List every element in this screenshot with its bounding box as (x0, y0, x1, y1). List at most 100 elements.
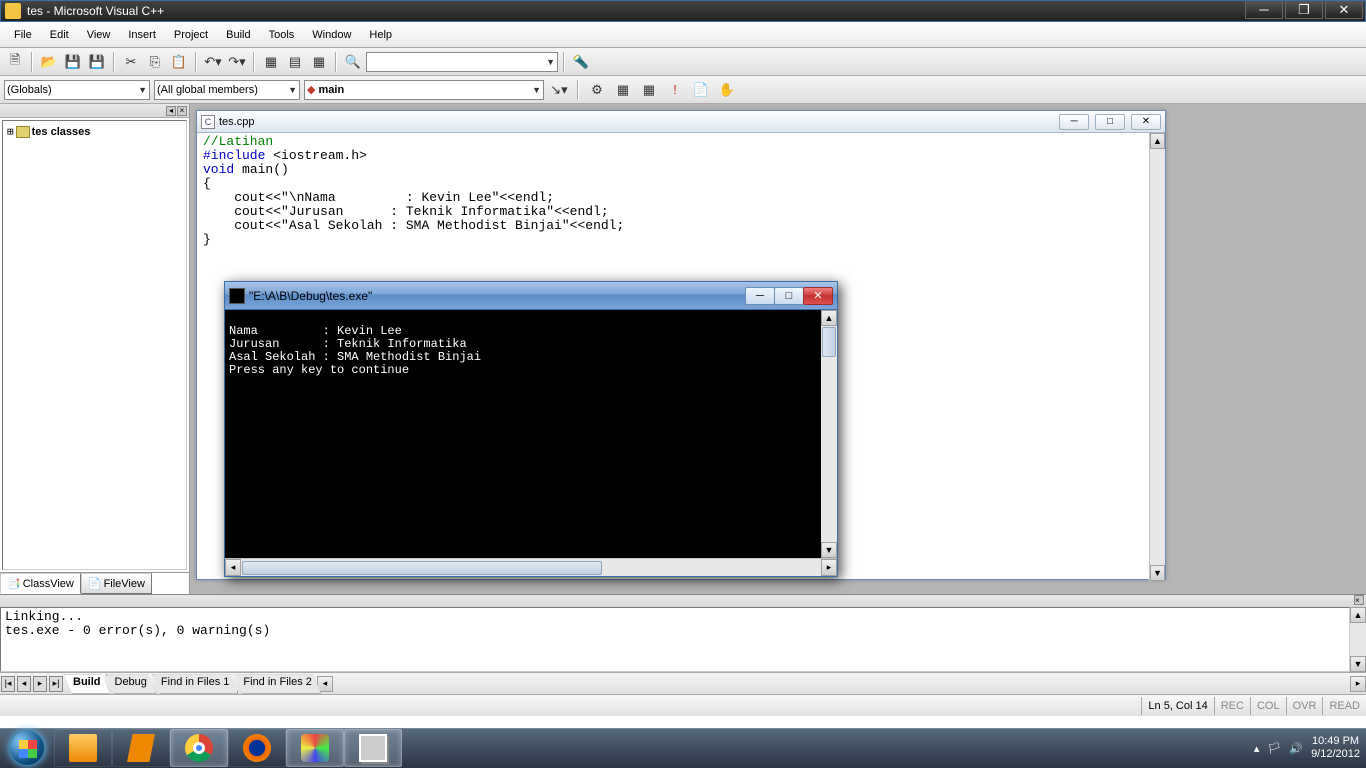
output-tab-build[interactable]: Build (64, 674, 110, 694)
tab-classview[interactable]: 📑ClassView (0, 573, 81, 594)
tab-nav-next-icon[interactable]: ▸ (33, 676, 47, 692)
editor-close-button[interactable]: ✕ (1131, 114, 1161, 130)
console-maximize-button[interactable]: □ (774, 287, 804, 305)
symbol-combo[interactable]: ◆ main▼ (304, 80, 544, 100)
scroll-down-icon[interactable]: ▼ (1350, 656, 1366, 672)
console-hscrollbar[interactable]: ◂ ▸ (225, 558, 837, 576)
console-task-icon (359, 734, 387, 762)
action-center-icon[interactable]: 🏳 (1267, 742, 1281, 755)
editor-maximize-button[interactable]: □ (1095, 114, 1125, 130)
scroll-left-icon[interactable]: ◂ (225, 559, 241, 576)
panel-close-icon[interactable]: × (177, 106, 187, 116)
console-output[interactable]: Nama : Kevin Lee Jurusan : Teknik Inform… (225, 310, 821, 558)
compile-icon[interactable]: ⚙ (586, 79, 608, 101)
tab-fileview[interactable]: 📄FileView (81, 573, 152, 594)
visual-cpp-icon (301, 734, 329, 762)
open-icon[interactable]: 📂 (38, 51, 60, 73)
goto-icon[interactable]: ↘▾ (548, 79, 570, 101)
windows-taskbar: ▴ 🏳 🔊 10:49 PM 9/12/2012 (0, 728, 1366, 768)
menu-tools[interactable]: Tools (261, 26, 303, 44)
status-bar: Ln 5, Col 14 REC COL OVR READ (0, 694, 1366, 716)
scroll-down-icon[interactable]: ▼ (821, 542, 837, 558)
scroll-thumb[interactable] (242, 561, 602, 575)
window-list-icon[interactable]: ▦ (308, 51, 330, 73)
console-minimize-button[interactable]: ─ (745, 287, 775, 305)
panel-arrow-left-icon[interactable]: ◂ (166, 106, 176, 116)
stop-build-icon[interactable]: ▦ (638, 79, 660, 101)
menu-file[interactable]: File (6, 26, 40, 44)
status-cursor-pos: Ln 5, Col 14 (1141, 697, 1213, 715)
taskbar-item-console[interactable] (344, 729, 402, 767)
volume-icon[interactable]: 🔊 (1289, 742, 1303, 755)
execute-icon[interactable]: ! (664, 79, 686, 101)
hscroll-right-icon[interactable]: ▸ (1350, 676, 1366, 692)
members-combo[interactable]: (All global members)▼ (154, 80, 300, 100)
tree-root-item[interactable]: ⊞ tes classes (7, 125, 182, 138)
taskbar-item-winamp[interactable] (112, 729, 170, 767)
console-close-button[interactable]: ✕ (803, 287, 833, 305)
scroll-thumb[interactable] (822, 327, 836, 357)
scroll-up-icon[interactable]: ▲ (1150, 133, 1165, 149)
taskbar-item-vc[interactable] (286, 729, 344, 767)
output-text[interactable]: Linking... tes.exe - 0 error(s), 0 warni… (0, 607, 1350, 672)
find-in-files-icon[interactable]: 🔍 (342, 51, 364, 73)
console-icon (229, 288, 245, 304)
folder-icon (69, 734, 97, 762)
status-rec: REC (1214, 697, 1250, 715)
tab-nav-first-icon[interactable]: |◂ (1, 676, 15, 692)
maximize-button[interactable]: ❐ (1285, 1, 1323, 19)
breakpoint-icon[interactable]: ✋ (716, 79, 738, 101)
menu-insert[interactable]: Insert (120, 26, 164, 44)
output-tab-find2[interactable]: Find in Files 2 (234, 674, 320, 694)
scroll-right-icon[interactable]: ▸ (821, 559, 837, 576)
tab-nav-last-icon[interactable]: ▸| (49, 676, 63, 692)
scroll-up-icon[interactable]: ▲ (1350, 607, 1366, 623)
menu-build[interactable]: Build (218, 26, 258, 44)
output-close-icon[interactable]: × (1354, 595, 1364, 605)
editor-vscrollbar[interactable]: ▲ ▼ (1149, 133, 1165, 581)
winamp-icon (127, 734, 155, 762)
menu-help[interactable]: Help (361, 26, 400, 44)
output-icon[interactable]: ▤ (284, 51, 306, 73)
minimize-button[interactable]: ─ (1245, 1, 1283, 19)
clock[interactable]: 10:49 PM 9/12/2012 (1311, 735, 1360, 761)
cut-icon[interactable]: ✂ (120, 51, 142, 73)
scroll-up-icon[interactable]: ▲ (821, 310, 837, 326)
copy-icon[interactable]: ⎘ (144, 51, 166, 73)
save-all-icon[interactable]: 💾 (86, 51, 108, 73)
output-vscrollbar[interactable]: ▲ ▼ (1350, 607, 1366, 672)
menu-window[interactable]: Window (304, 26, 359, 44)
new-text-file-icon[interactable]: 🗎 (4, 51, 26, 73)
scope-combo[interactable]: (Globals)▼ (4, 80, 150, 100)
output-tab-debug[interactable]: Debug (106, 674, 156, 694)
menu-view[interactable]: View (79, 26, 119, 44)
taskbar-item-chrome[interactable] (170, 729, 228, 767)
chrome-icon (185, 734, 213, 762)
redo-icon[interactable]: ↷▾ (226, 51, 248, 73)
close-button[interactable]: ✕ (1325, 1, 1363, 19)
scroll-down-icon[interactable]: ▼ (1150, 565, 1165, 581)
taskbar-item-firefox[interactable] (228, 729, 286, 767)
editor-titlebar[interactable]: C tes.cpp ─ □ ✕ (197, 111, 1165, 133)
expand-icon[interactable]: ⊞ (7, 125, 14, 138)
show-hidden-icons-icon[interactable]: ▴ (1254, 742, 1260, 755)
save-icon[interactable]: 💾 (62, 51, 84, 73)
build-icon[interactable]: ▦ (612, 79, 634, 101)
hscroll-left-icon[interactable]: ◂ (317, 676, 333, 692)
output-tab-find1[interactable]: Find in Files 1 (152, 674, 238, 694)
paste-icon[interactable]: 📋 (168, 51, 190, 73)
find-icon[interactable]: 🔦 (570, 51, 592, 73)
tab-nav-prev-icon[interactable]: ◂ (17, 676, 31, 692)
editor-minimize-button[interactable]: ─ (1059, 114, 1089, 130)
go-icon[interactable]: 📄 (690, 79, 712, 101)
menu-project[interactable]: Project (166, 26, 216, 44)
start-button[interactable] (0, 728, 54, 768)
menu-edit[interactable]: Edit (42, 26, 77, 44)
taskbar-item-explorer[interactable] (54, 729, 112, 767)
workspace-icon[interactable]: ▦ (260, 51, 282, 73)
class-tree[interactable]: ⊞ tes classes (2, 120, 187, 570)
console-vscrollbar[interactable]: ▲ ▼ (821, 310, 837, 558)
find-combo[interactable]: ▼ (366, 52, 558, 72)
undo-icon[interactable]: ↶▾ (202, 51, 224, 73)
console-titlebar[interactable]: "E:\A\B\Debug\tes.exe" ─ □ ✕ (225, 282, 837, 310)
